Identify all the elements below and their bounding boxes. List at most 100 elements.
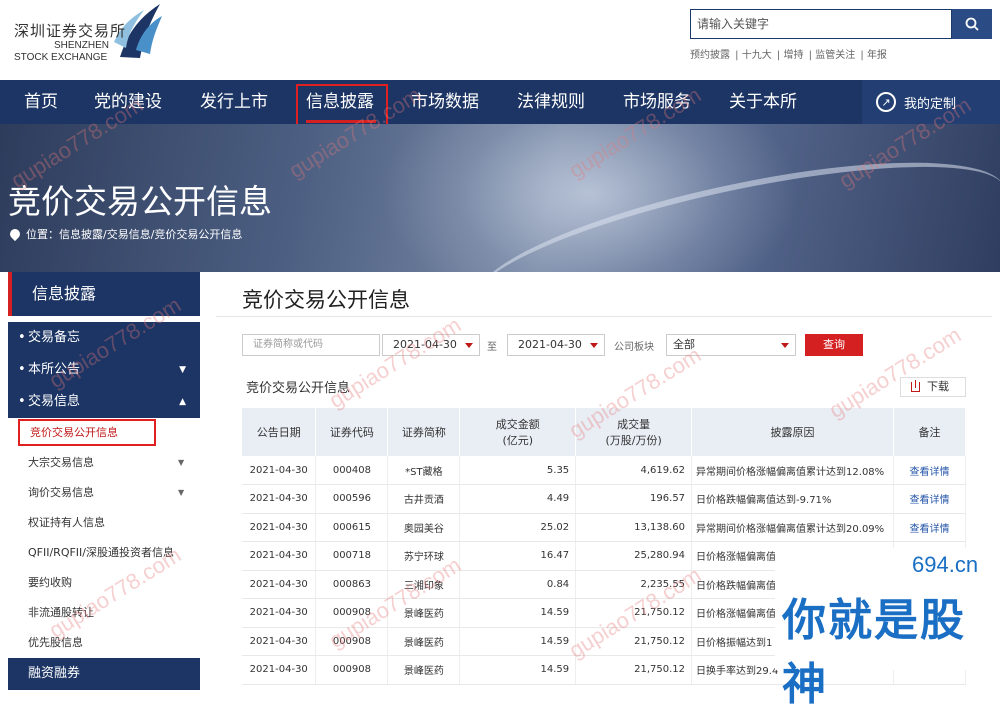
- breadcrumb: 位置：信息披露/交易信息/竞价交易公开信息: [7, 226, 242, 242]
- table-row: 2021-04-30 000596 古井贡酒 4.49 196.57 日价格跌幅偏离值达到…: [242, 484, 966, 514]
- caret-down-icon: [590, 343, 598, 348]
- bullet-icon: •: [18, 362, 26, 377]
- sidebar-highlight-box: [18, 419, 156, 446]
- bullet-icon: •: [18, 394, 26, 409]
- cell-code: 000615: [315, 513, 389, 542]
- query-button[interactable]: 查询: [805, 334, 863, 356]
- cell-amount: 25.02: [459, 513, 577, 542]
- col-note: 备注: [893, 408, 966, 456]
- nav-rules[interactable]: 法律规则: [517, 80, 585, 124]
- sidebar-sub-transfer[interactable]: 非流通股转让: [28, 598, 94, 628]
- cell-code: 000863: [315, 570, 389, 599]
- quick-link-annual[interactable]: 年报: [867, 50, 887, 61]
- sidebar-item-label: 交易信息: [28, 394, 81, 409]
- sidebar-sub-tender[interactable]: 要约收购: [28, 568, 72, 598]
- cell-date: 2021-04-30: [242, 456, 317, 485]
- cell-reason: 日价格跌幅偏离值达到-9.71%: [691, 484, 895, 514]
- nav-services[interactable]: 市场服务: [623, 80, 691, 124]
- nav-market-data[interactable]: 市场数据: [411, 80, 479, 124]
- nav-party[interactable]: 党的建设: [94, 80, 162, 124]
- col-name: 证券简称: [387, 408, 461, 456]
- sidebar-sub-inquiry[interactable]: 询价交易信息 ▼: [28, 478, 184, 508]
- cell-date: 2021-04-30: [242, 541, 317, 571]
- sidebar-sub-warrant[interactable]: 权证持有人信息: [28, 508, 105, 538]
- search-button[interactable]: [952, 9, 992, 39]
- cell-date: 2021-04-30: [242, 484, 317, 514]
- sidebar-item-label: 融资融券: [28, 666, 81, 681]
- logo-en-line1: SHENZHEN: [54, 40, 110, 51]
- end-date-value: 2021-04-30: [518, 338, 582, 351]
- main-nav: 首页 党的建设 发行上市 信息披露 市场数据 法律规则 市场服务 关于本所: [0, 80, 1000, 124]
- chevron-down-icon: ▼: [179, 365, 186, 375]
- quick-links: 预约披露 | 十九大 | 增持 | 监管关注 | 年报: [690, 50, 887, 61]
- cell-volume: 25,280.94: [575, 541, 693, 571]
- cell-note-link[interactable]: 查看详情: [893, 456, 966, 485]
- sidebar-item-label: 交易备忘: [28, 330, 81, 345]
- table-row: 2021-04-30 000408 *ST藏格 5.35 4,619.62 异常期间价格涨…: [242, 456, 966, 485]
- cell-amount: 14.59: [459, 598, 577, 628]
- cell-name: 景峰医药: [387, 598, 461, 628]
- cell-volume: 13,138.60: [575, 513, 693, 542]
- cell-note-link[interactable]: 查看详情: [893, 484, 966, 514]
- board-select[interactable]: 全部: [666, 334, 796, 356]
- cell-date: 2021-04-30: [242, 513, 317, 542]
- quick-link-increase[interactable]: 增持: [783, 50, 803, 61]
- quick-link-supervision[interactable]: 监管关注: [815, 50, 855, 61]
- quick-link-congress[interactable]: 十九大: [742, 50, 772, 61]
- cell-amount: 16.47: [459, 541, 577, 571]
- cell-amount: 14.59: [459, 627, 577, 656]
- col-volume: 成交量 (万股/万份): [575, 408, 693, 456]
- content-divider: [216, 316, 992, 317]
- logo-english-name: SHENZHEN STOCK EXCHANGE: [14, 40, 109, 64]
- download-button[interactable]: 下载: [900, 377, 966, 397]
- sidebar-item-margin[interactable]: 融资融券: [8, 658, 200, 690]
- caret-down-icon: [465, 343, 473, 348]
- cell-amount: 4.49: [459, 484, 577, 514]
- table-header-row: 公告日期 证券代码 证券简称 成交金额 (亿元) 成交量 (万股/万份) 披露原…: [242, 408, 966, 456]
- code-search-input[interactable]: 证券简称或代码: [242, 334, 380, 356]
- chevron-up-icon: ▲: [179, 397, 186, 407]
- sidebar-sub-qfii[interactable]: QFII/RQFII/深股通投资者信息: [28, 538, 174, 568]
- board-label: 公司板块: [614, 342, 654, 353]
- sidebar-sub-preferred[interactable]: 优先股信息: [28, 628, 83, 658]
- end-date-select[interactable]: 2021-04-30: [507, 334, 605, 356]
- my-custom-label: 我的定制: [904, 96, 957, 112]
- col-code: 证券代码: [315, 408, 389, 456]
- quick-link-disclosure[interactable]: 预约披露: [690, 50, 730, 61]
- cell-note-link[interactable]: 查看详情: [893, 513, 966, 542]
- table-caption: 竞价交易公开信息: [246, 381, 351, 396]
- sidebar-item-trading-info[interactable]: • 交易信息 ▲: [8, 386, 200, 418]
- logo-chinese-name: 深圳证券交易所: [14, 22, 127, 40]
- ad-slogan: 你就是股神: [782, 595, 966, 710]
- sidebar-item-label: 本所公告: [28, 362, 81, 377]
- bullet-icon: •: [18, 330, 26, 345]
- cell-date: 2021-04-30: [242, 598, 317, 628]
- nav-home[interactable]: 首页: [24, 80, 58, 124]
- cell-name: 古井贡酒: [387, 484, 461, 514]
- sidebar-item-memo[interactable]: • 交易备忘: [8, 322, 200, 354]
- site-header: 深圳证券交易所 SHENZHEN STOCK EXCHANGE 请输入关键字 预…: [0, 0, 1000, 80]
- location-pin-icon: [7, 226, 23, 242]
- page-title: 竞价交易公开信息: [8, 182, 272, 221]
- sidebar-sub-block[interactable]: 大宗交易信息 ▼: [28, 448, 184, 478]
- cell-name: 奥园美谷: [387, 513, 461, 542]
- sidebar-sub-label: 大宗交易信息: [28, 456, 94, 469]
- cell-code: 000908: [315, 627, 389, 656]
- cell-date: 2021-04-30: [242, 627, 317, 656]
- start-date-select[interactable]: 2021-04-30: [382, 334, 480, 356]
- cell-amount: 0.84: [459, 570, 577, 599]
- download-icon: [911, 380, 920, 392]
- board-value: 全部: [673, 338, 695, 351]
- col-amount: 成交金额 (亿元): [459, 408, 577, 456]
- chevron-down-icon: ▼: [178, 458, 185, 467]
- my-custom-button[interactable]: ↗ 我的定制: [862, 80, 1000, 124]
- content-title: 竞价交易公开信息: [242, 288, 410, 312]
- sidebar-item-announcements[interactable]: • 本所公告 ▼: [8, 354, 200, 386]
- search-input[interactable]: 请输入关键字: [690, 9, 952, 39]
- nav-about[interactable]: 关于本所: [729, 80, 797, 124]
- ad-domain: 694.cn: [912, 552, 979, 577]
- cell-volume: 21,750.12: [575, 627, 693, 656]
- nav-listing[interactable]: 发行上市: [200, 80, 268, 124]
- cell-reason: 异常期间价格涨幅偏离值累计达到20.09%: [691, 513, 895, 542]
- search-icon: [965, 17, 979, 31]
